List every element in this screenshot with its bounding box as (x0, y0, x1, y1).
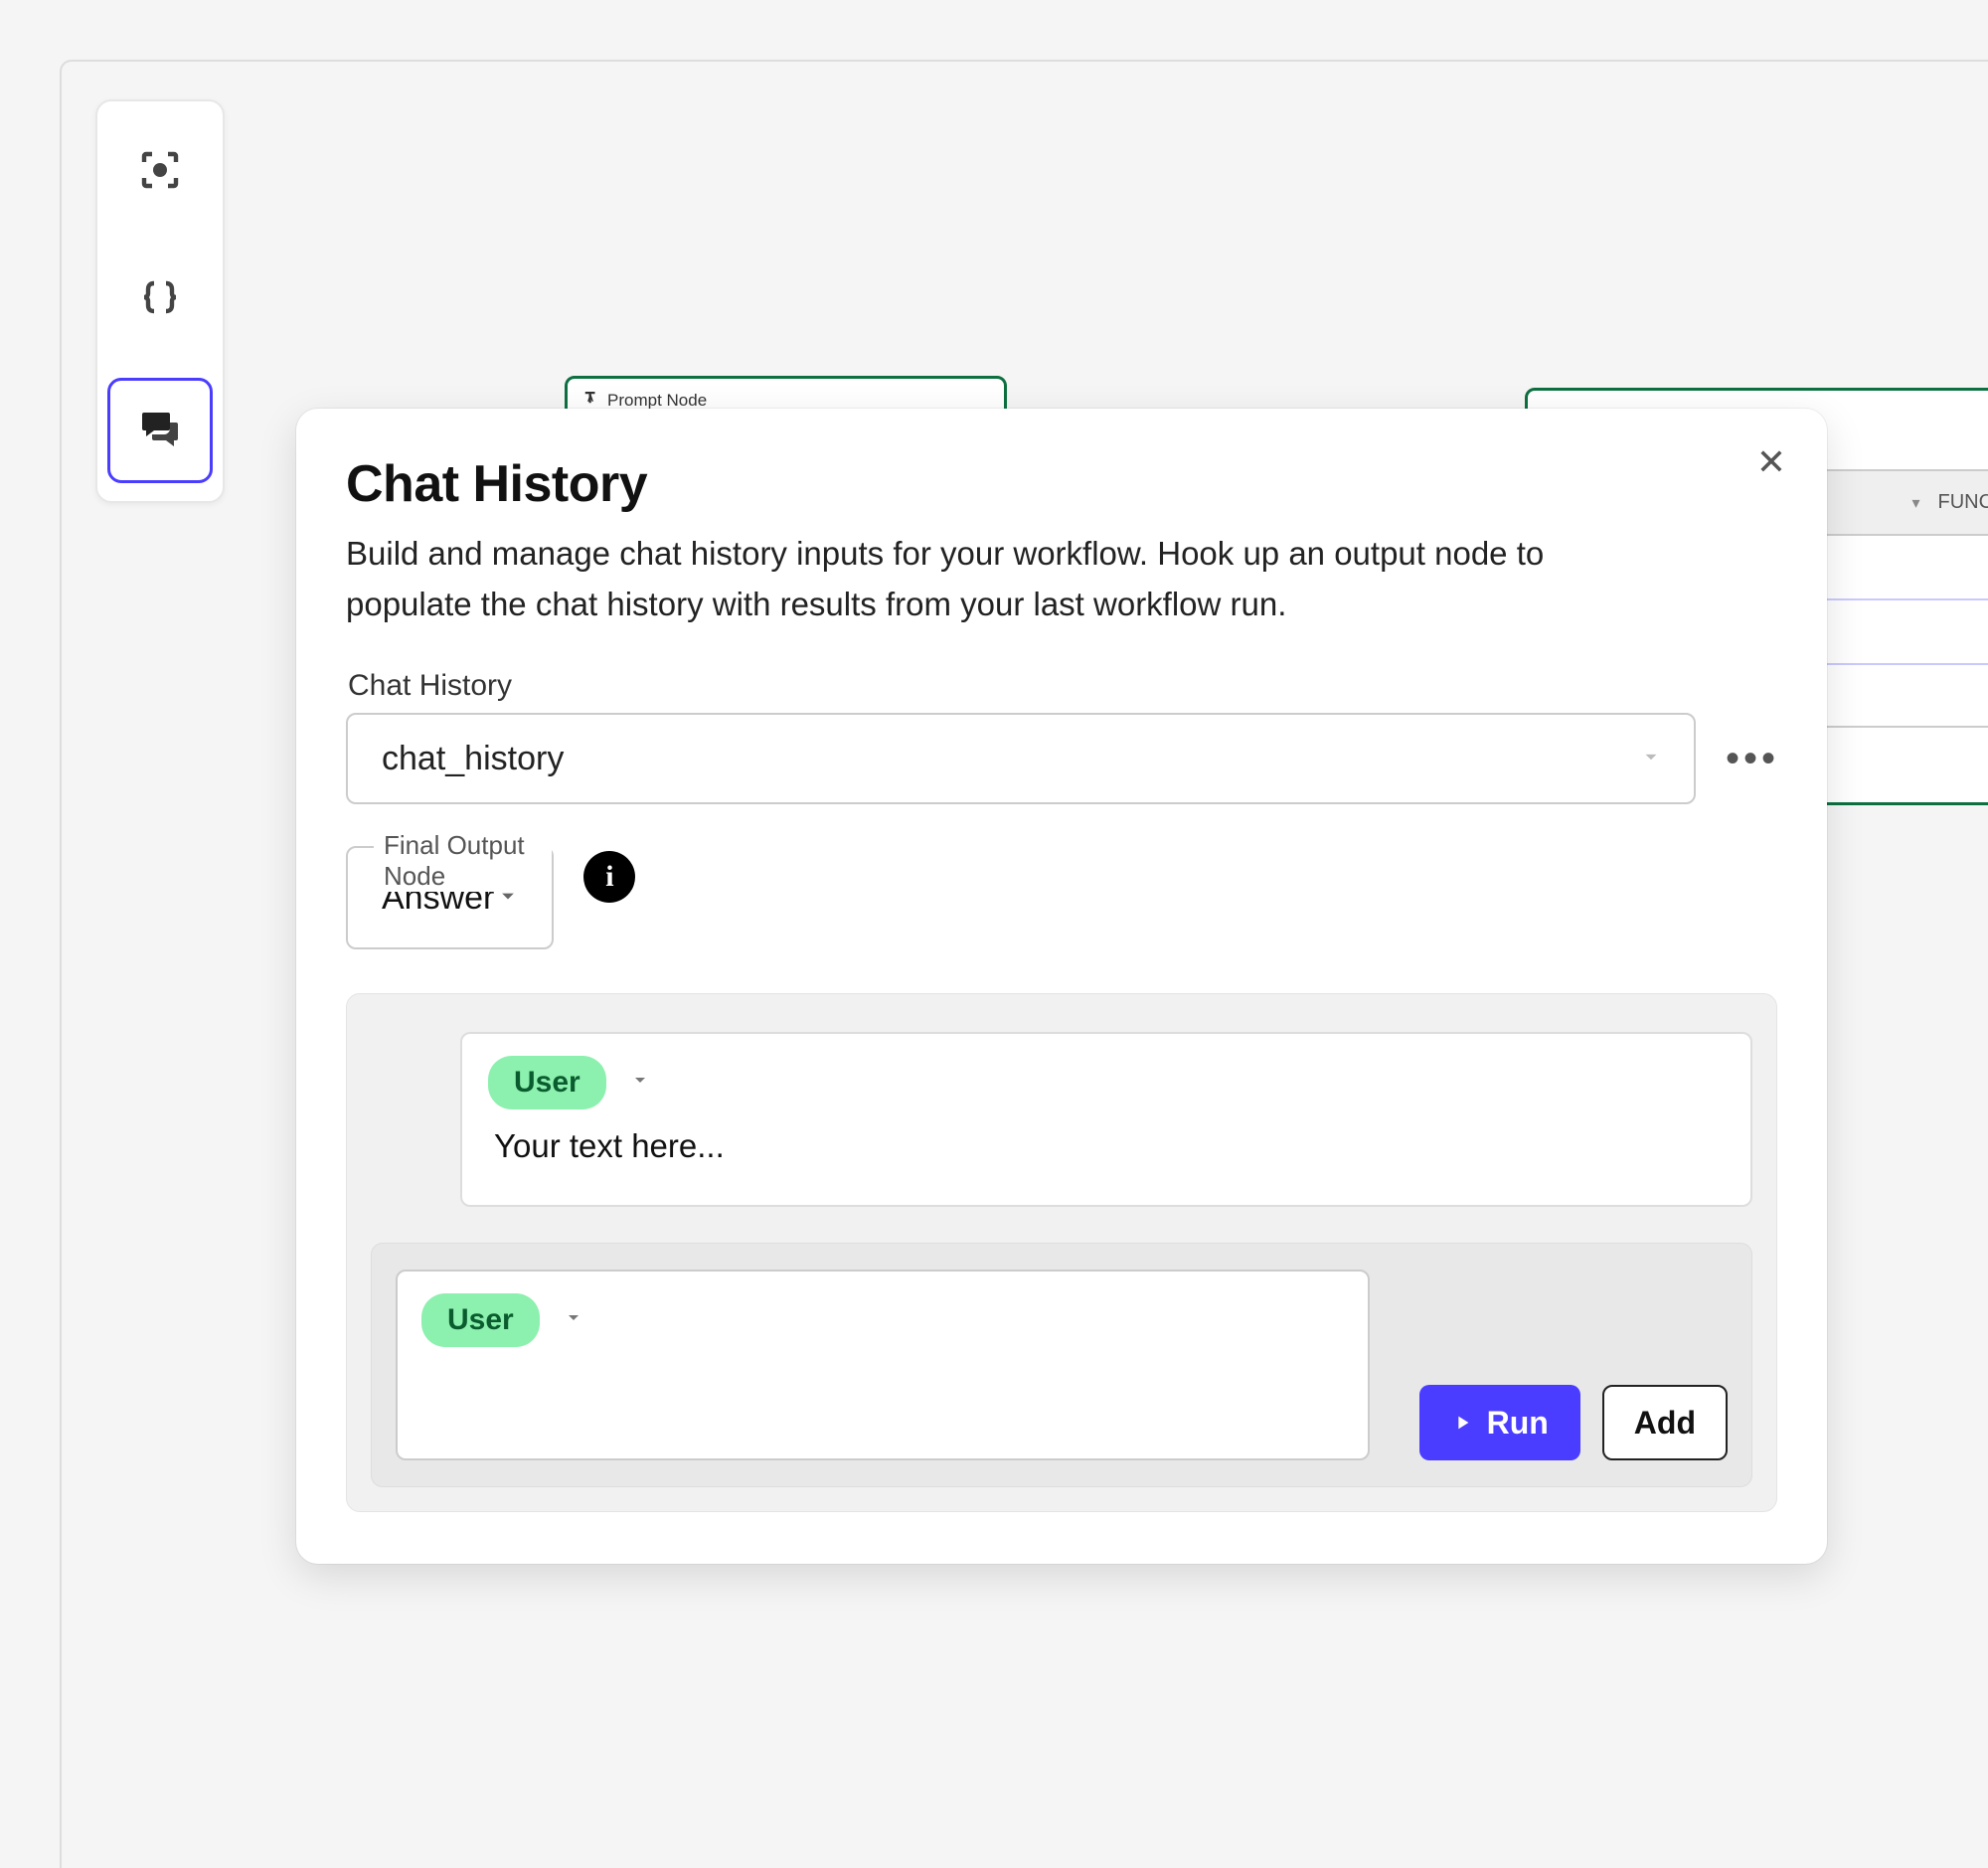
chevron-down-icon (1638, 740, 1664, 778)
close-icon: ✕ (1756, 441, 1786, 483)
braces-icon (136, 275, 184, 328)
final-output-label: Final Output Node (374, 830, 552, 892)
role-dropdown-button[interactable] (562, 1305, 585, 1336)
close-button[interactable]: ✕ (1749, 440, 1793, 484)
chat-history-select[interactable]: chat_history (346, 713, 1696, 804)
bg-func-label: FUNCTION_CALL (1938, 491, 1988, 514)
add-button[interactable]: Add (1602, 1385, 1728, 1460)
app-stage: Prompt Node ▾ FUNCTION_CALL ndition (0, 0, 1988, 1868)
more-horizontal-icon: ••• (1726, 737, 1779, 780)
focus-tool-button[interactable] (107, 119, 213, 225)
focus-icon (136, 146, 184, 199)
role-pill: User (488, 1056, 606, 1109)
message-input-field[interactable]: User (396, 1270, 1370, 1460)
run-button[interactable]: Run (1419, 1385, 1580, 1460)
chat-icon (136, 405, 184, 457)
left-toolbar (95, 99, 225, 503)
panel-title: Chat History (346, 454, 1777, 514)
info-icon: i (605, 860, 613, 894)
panel-description: Build and manage chat history inputs for… (346, 528, 1658, 629)
play-icon (1451, 1405, 1473, 1442)
add-label: Add (1634, 1405, 1696, 1442)
final-output-info-button[interactable]: i (583, 851, 635, 903)
chevron-down-icon: ▾ (1911, 493, 1919, 513)
chat-history-more-button[interactable]: ••• (1726, 737, 1777, 781)
run-label: Run (1487, 1405, 1549, 1442)
chat-history-label: Chat History (348, 669, 1777, 703)
braces-tool-button[interactable] (107, 249, 213, 354)
final-output-select[interactable]: Final Output Node Answer (346, 846, 554, 949)
message-text[interactable]: Your text here... (488, 1127, 1725, 1165)
bg-prompt-label: Prompt Node (607, 391, 707, 411)
message-input-block: User Run Add (371, 1243, 1752, 1487)
message-card[interactable]: User Your text here... (460, 1032, 1752, 1207)
role-dropdown-button[interactable] (628, 1068, 652, 1099)
chat-tool-button[interactable] (107, 378, 213, 483)
chat-history-panel: ✕ Chat History Build and manage chat his… (296, 409, 1827, 1564)
chat-history-value: chat_history (382, 740, 564, 778)
messages-area: User Your text here... User (346, 993, 1777, 1512)
role-pill: User (421, 1293, 540, 1347)
